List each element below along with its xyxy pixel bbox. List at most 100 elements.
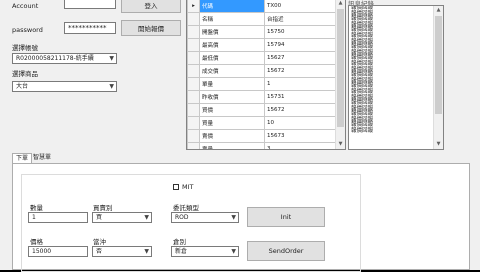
field-cell[interactable]: 代碼: [199, 0, 265, 13]
value-cell[interactable]: 台指近: [264, 12, 345, 26]
chevron-down-icon: ▼: [109, 83, 114, 90]
table-row[interactable]: 開盤價 15750: [187, 25, 345, 39]
field-cell[interactable]: 買價: [199, 103, 265, 117]
value-cell[interactable]: 15794: [264, 38, 345, 52]
qty-input[interactable]: 1: [28, 212, 88, 223]
row-header[interactable]: [187, 12, 200, 26]
field-cell[interactable]: 單量: [199, 77, 265, 91]
table-row[interactable]: 最低價 15627: [187, 51, 345, 65]
row-header[interactable]: [187, 90, 200, 104]
value-cell[interactable]: TX00: [264, 0, 345, 13]
position-label: 倉別: [173, 238, 186, 246]
value-cell[interactable]: 15731: [264, 90, 345, 104]
row-header[interactable]: [187, 103, 200, 117]
order-account-select[interactable]: R02000058211178-統手續 ▼: [12, 53, 117, 64]
row-header[interactable]: [187, 25, 200, 39]
value-cell[interactable]: 15672: [264, 103, 345, 117]
list-item[interactable]: 報價回報: [349, 128, 443, 135]
row-header[interactable]: [187, 129, 200, 143]
table-row[interactable]: 買量 10: [187, 116, 345, 130]
chevron-down-icon: ▼: [231, 214, 236, 221]
quote-grid-scrollbar[interactable]: ▲ ▼: [335, 0, 345, 149]
position-value: 新倉: [175, 248, 188, 255]
order-type-value: ROD: [175, 214, 189, 221]
login-button[interactable]: 登入: [121, 0, 181, 13]
field-cell[interactable]: 賣量: [199, 142, 265, 149]
value-cell[interactable]: 15750: [264, 25, 345, 39]
init-button[interactable]: Init: [247, 207, 325, 227]
qty-label: 數量: [30, 204, 43, 212]
scroll-down-icon[interactable]: ▼: [434, 140, 443, 149]
table-row[interactable]: 買價 15672: [187, 103, 345, 117]
field-cell[interactable]: 賣價: [199, 129, 265, 143]
chevron-down-icon: ▼: [231, 248, 236, 255]
password-input[interactable]: ***********: [64, 22, 116, 34]
price-input[interactable]: 15000: [28, 246, 88, 257]
row-header[interactable]: [187, 77, 200, 91]
table-row[interactable]: 賣量 3: [187, 142, 345, 149]
tab-smart-order[interactable]: 智慧單: [30, 153, 54, 162]
order-account-value: R02000058211178-統手續: [16, 55, 94, 62]
product-label: 選擇商品: [12, 70, 38, 78]
value-cell[interactable]: 1: [264, 77, 345, 91]
chevron-down-icon: ▼: [144, 214, 149, 221]
row-header[interactable]: [187, 142, 200, 149]
field-cell[interactable]: 最高價: [199, 38, 265, 52]
row-header[interactable]: [187, 38, 200, 52]
order-panel: MIT 數量 1 買賣別 買 ▼ 委託類型 ROD ▼ Init 價格 1500…: [12, 163, 470, 272]
row-header[interactable]: [187, 64, 200, 78]
side-label: 買賣別: [93, 204, 113, 212]
value-cell[interactable]: 15627: [264, 51, 345, 65]
field-cell[interactable]: 最低價: [199, 51, 265, 65]
field-cell[interactable]: 成交價: [199, 64, 265, 78]
row-header[interactable]: ▸: [187, 0, 200, 13]
scrollbar-thumb[interactable]: [337, 9, 344, 127]
value-cell[interactable]: 10: [264, 116, 345, 130]
send-order-button[interactable]: SendOrder: [247, 241, 325, 261]
value-cell[interactable]: 3: [264, 142, 345, 149]
account-input[interactable]: [64, 0, 116, 9]
row-header[interactable]: [187, 51, 200, 65]
quote-grid[interactable]: ▸ 代碼 TX00 名稱 台指近 開盤價 15750 最高價 15794 最低價 15627 成交價 1…: [186, 0, 346, 150]
field-cell[interactable]: 開盤價: [199, 25, 265, 39]
side-value: 買: [96, 214, 103, 221]
offset-value: 否: [96, 248, 103, 255]
password-label: password: [12, 26, 43, 34]
chevron-down-icon: ▼: [109, 55, 114, 62]
chevron-down-icon: ▼: [144, 248, 149, 255]
product-value: 大台: [16, 83, 29, 90]
field-cell[interactable]: 名稱: [199, 12, 265, 26]
row-header[interactable]: [187, 116, 200, 130]
table-row[interactable]: 單量 1: [187, 77, 345, 91]
log-scrollbar[interactable]: ▲ ▼: [433, 6, 443, 149]
app-window: Account 登入 password *********** 開始報價 選擇帳…: [0, 0, 480, 272]
quote-table: ▸ 代碼 TX00 名稱 台指近 開盤價 15750 最高價 15794 最低價 15627 成交價 1…: [187, 0, 345, 149]
position-select[interactable]: 新倉 ▼: [171, 246, 239, 257]
table-row[interactable]: 賣價 15673: [187, 129, 345, 143]
scrollbar-thumb[interactable]: [435, 16, 442, 114]
log-list: 報價回報 報價回報 報價回報 報價回報 報價回報 報價回報 報價回報 報價回報 報價回報 報價回報…: [349, 6, 443, 135]
offset-label: 當沖: [93, 238, 106, 246]
price-label: 價格: [30, 238, 43, 246]
mit-checkbox[interactable]: [173, 184, 179, 190]
offset-select[interactable]: 否 ▼: [92, 246, 152, 257]
subscribe-quote-button[interactable]: 開始報價: [121, 20, 181, 36]
account-label: Account: [12, 2, 39, 10]
order-account-label: 選擇帳號: [12, 44, 38, 52]
value-cell[interactable]: 15672: [264, 64, 345, 78]
table-row[interactable]: 昨收價 15731: [187, 90, 345, 104]
side-select[interactable]: 買 ▼: [92, 212, 152, 223]
value-cell[interactable]: 15673: [264, 129, 345, 143]
field-cell[interactable]: 昨收價: [199, 90, 265, 104]
product-select[interactable]: 大台 ▼: [12, 81, 117, 92]
message-log[interactable]: 報價回報 報價回報 報價回報 報價回報 報價回報 報價回報 報價回報 報價回報 報價回報 報價回報…: [348, 5, 444, 150]
scroll-up-icon[interactable]: ▲: [336, 0, 345, 8]
table-row[interactable]: 成交價 15672: [187, 64, 345, 78]
scroll-down-icon[interactable]: ▼: [336, 140, 345, 149]
order-type-select[interactable]: ROD ▼: [171, 212, 239, 223]
table-row[interactable]: ▸ 代碼 TX00: [187, 0, 345, 13]
table-row[interactable]: 最高價 15794: [187, 38, 345, 52]
field-cell[interactable]: 買量: [199, 116, 265, 130]
scroll-up-icon[interactable]: ▲: [434, 6, 443, 15]
table-row[interactable]: 名稱 台指近: [187, 12, 345, 26]
